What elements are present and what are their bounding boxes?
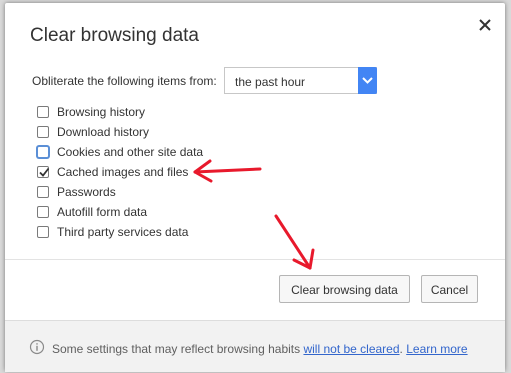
close-icon (479, 19, 491, 31)
footer-separator: . (399, 342, 403, 356)
check-icon (39, 167, 50, 177)
time-range-select[interactable]: the past hour (224, 67, 377, 94)
checkbox-box[interactable] (37, 226, 49, 238)
dialog-title: Clear browsing data (30, 25, 199, 46)
checkbox-label: Browsing history (57, 105, 146, 119)
checkbox-label: Cookies and other site data (57, 145, 204, 159)
checkbox-autofill[interactable]: Autofill form data (37, 203, 257, 223)
checkbox-box[interactable] (37, 146, 49, 158)
info-icon (29, 339, 45, 355)
clear-browsing-data-button[interactable]: Clear browsing data (279, 275, 410, 303)
footer-note: Some settings that may reflect browsing … (52, 342, 468, 356)
checkbox-box[interactable] (37, 126, 49, 138)
dialog-footer: Some settings that may reflect browsing … (5, 320, 505, 372)
footer-text: Some settings that may reflect browsing … (52, 342, 301, 356)
checkbox-cached-images[interactable]: Cached images and files (37, 163, 257, 183)
checkbox-box[interactable] (37, 206, 49, 218)
checkbox-label: Autofill form data (57, 205, 148, 219)
cancel-button[interactable]: Cancel (421, 275, 478, 303)
checkbox-cookies[interactable]: Cookies and other site data (37, 143, 257, 163)
time-range-label: Obliterate the following items from: (32, 74, 217, 88)
checkbox-label: Third party services data (57, 225, 189, 239)
checkbox-third-party[interactable]: Third party services data (37, 223, 257, 243)
checkbox-download-history[interactable]: Download history (37, 123, 257, 143)
checkbox-box[interactable] (37, 186, 49, 198)
clear-browsing-data-dialog: Clear browsing data Obliterate the follo… (5, 3, 505, 372)
not-cleared-link[interactable]: will not be cleared (303, 342, 399, 356)
close-button[interactable] (474, 14, 496, 36)
checkbox-label: Cached images and files (57, 165, 189, 179)
checkbox-passwords[interactable]: Passwords (37, 183, 257, 203)
checkbox-label: Passwords (57, 185, 116, 199)
time-range-value: the past hour (235, 75, 306, 89)
checkbox-label: Download history (57, 125, 150, 139)
checkbox-browsing-history[interactable]: Browsing history (37, 103, 257, 123)
checkbox-box[interactable] (37, 106, 49, 118)
checkbox-box[interactable] (37, 166, 50, 178)
chevron-down-icon (362, 77, 373, 84)
learn-more-link[interactable]: Learn more (406, 342, 467, 356)
section-divider (5, 259, 505, 260)
dropdown-arrow[interactable] (358, 67, 377, 94)
